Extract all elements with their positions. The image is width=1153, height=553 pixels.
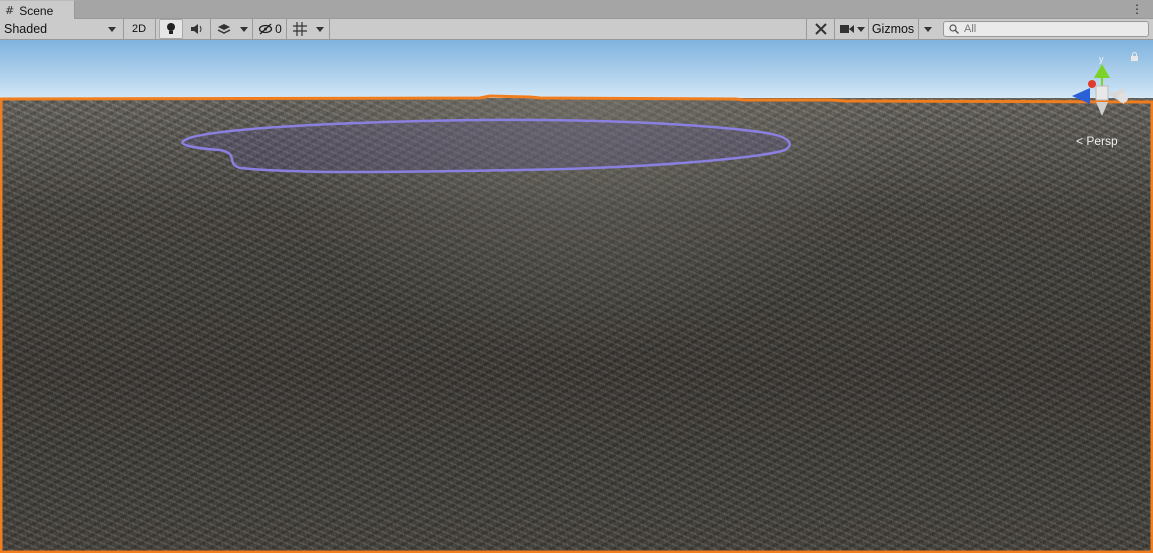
grid-toggle[interactable] bbox=[289, 19, 311, 39]
gizmos-toggle[interactable]: Gizmos bbox=[870, 19, 916, 39]
lock-icon[interactable] bbox=[1130, 52, 1139, 61]
search-placeholder: All bbox=[964, 23, 977, 35]
lighting-toggle[interactable] bbox=[159, 19, 183, 39]
shading-mode-label: Shaded bbox=[4, 22, 48, 36]
scene-viewport[interactable]: y < Persp bbox=[0, 40, 1153, 553]
x-axis-handle bbox=[1088, 80, 1096, 88]
hidden-count: 0 bbox=[275, 22, 282, 36]
divider bbox=[834, 19, 835, 39]
scene-visibility-toggle[interactable]: 0 bbox=[255, 19, 285, 39]
tools-button[interactable] bbox=[809, 19, 833, 39]
search-input[interactable]: All bbox=[943, 21, 1149, 37]
tab-bar: # Scene ⋮ bbox=[0, 0, 1153, 20]
divider bbox=[210, 19, 211, 39]
gizmo-center-cube bbox=[1095, 85, 1109, 101]
gizmo-y-label: y bbox=[1099, 54, 1104, 64]
divider bbox=[252, 19, 253, 39]
scene-toolbar: Shaded 2D 0 Gizmos All bbox=[0, 19, 1153, 40]
selection-outline bbox=[0, 94, 1153, 553]
divider bbox=[329, 19, 330, 39]
gizmos-dropdown[interactable] bbox=[920, 19, 936, 39]
effects-toggle[interactable] bbox=[212, 19, 236, 39]
neg-y-cone bbox=[1096, 102, 1108, 116]
more-options-icon[interactable]: ⋮ bbox=[1131, 2, 1143, 16]
chevron-down-icon bbox=[240, 26, 248, 32]
grid-dropdown[interactable] bbox=[312, 19, 328, 39]
divider bbox=[155, 19, 156, 39]
grid-snap-icon bbox=[293, 22, 307, 36]
divider bbox=[123, 19, 124, 39]
region-highlight bbox=[181, 118, 791, 174]
hidden-eye-icon bbox=[259, 23, 273, 35]
camera-icon bbox=[839, 25, 854, 33]
chevron-down-icon bbox=[856, 26, 865, 32]
grid-icon: # bbox=[5, 4, 15, 17]
audio-toggle[interactable] bbox=[185, 19, 209, 39]
chevron-down-icon bbox=[108, 26, 116, 32]
shading-mode-dropdown[interactable]: Shaded bbox=[0, 19, 121, 39]
layers-effects-icon bbox=[217, 24, 231, 34]
lightbulb-icon bbox=[167, 23, 175, 34]
speaker-icon bbox=[191, 24, 202, 34]
divider bbox=[806, 19, 807, 39]
divider bbox=[918, 19, 919, 39]
effects-dropdown[interactable] bbox=[236, 19, 252, 39]
divider bbox=[868, 19, 869, 39]
x-axis-cone bbox=[1072, 88, 1090, 104]
tab-scene-label: Scene bbox=[19, 3, 54, 18]
tab-scene[interactable]: # Scene bbox=[0, 0, 75, 20]
chevron-down-icon bbox=[924, 26, 932, 32]
projection-toggle[interactable]: < Persp bbox=[1076, 134, 1118, 148]
y-axis-cone bbox=[1094, 64, 1110, 78]
orientation-gizmo[interactable]: y bbox=[1068, 54, 1138, 120]
chevron-down-icon bbox=[316, 26, 324, 32]
tools-icon bbox=[815, 23, 827, 35]
divider bbox=[286, 19, 287, 39]
toggle-2d-button[interactable]: 2D bbox=[126, 19, 152, 39]
camera-settings-button[interactable] bbox=[837, 19, 867, 39]
search-icon bbox=[949, 24, 959, 34]
